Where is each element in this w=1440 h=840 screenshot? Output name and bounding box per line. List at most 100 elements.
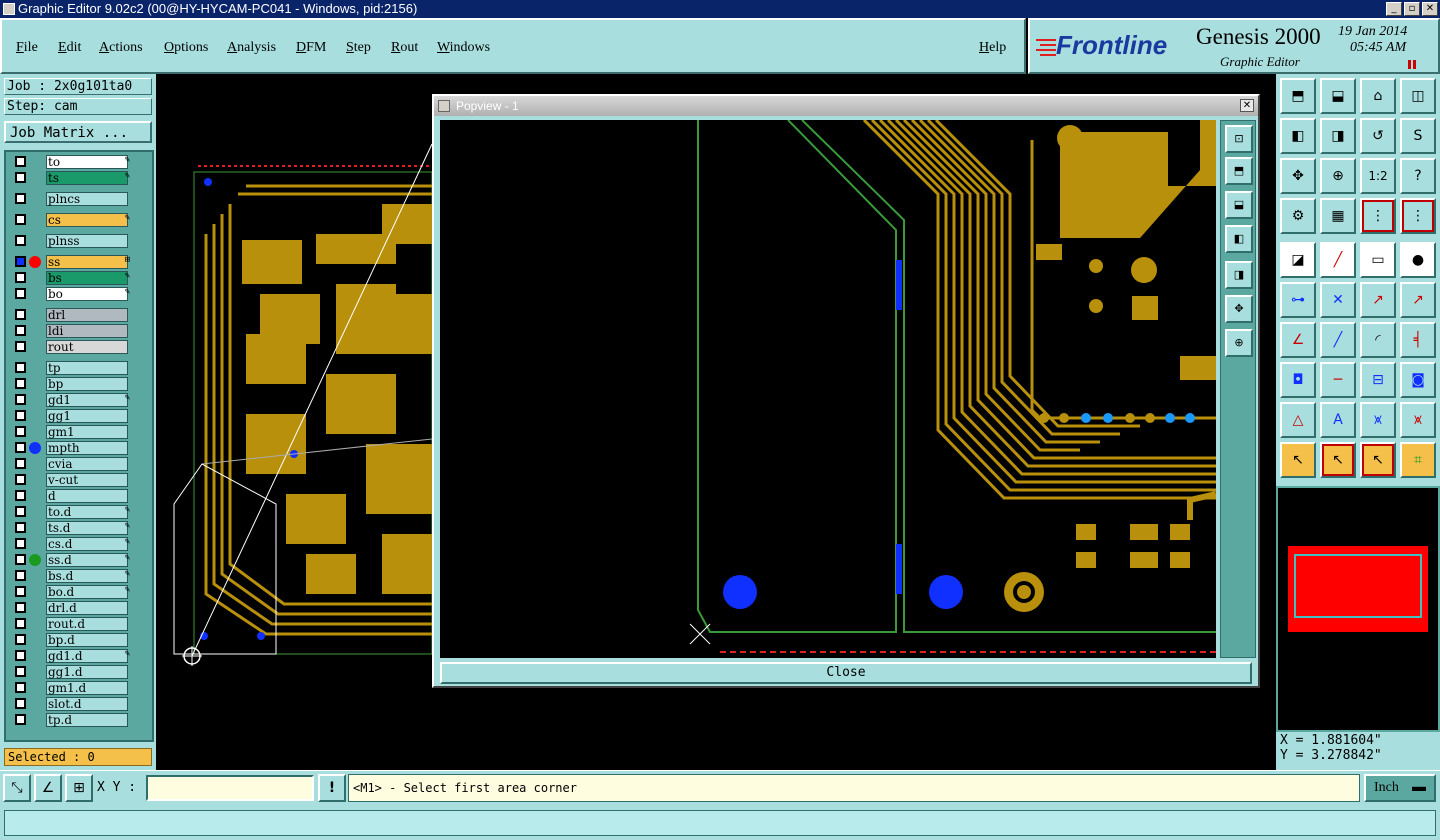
- layer-checkbox[interactable]: [15, 288, 26, 299]
- menu-analysis[interactable]: Analysis: [227, 40, 276, 56]
- menu-windows[interactable]: Windows: [437, 40, 490, 56]
- layer-row-cvia[interactable]: cvia: [10, 457, 128, 471]
- menu-file[interactable]: File: [16, 40, 38, 56]
- connect-icon[interactable]: ⊶: [1280, 282, 1316, 318]
- layer-name[interactable]: gg1.d: [46, 665, 128, 679]
- layer-checkbox[interactable]: [15, 538, 26, 549]
- pause-icon[interactable]: [1408, 60, 1416, 69]
- angle-snap-icon[interactable]: ∠: [34, 774, 62, 802]
- layer-name[interactable]: tp: [46, 361, 128, 375]
- move-pad-icon[interactable]: ↗: [1360, 282, 1396, 318]
- layer-name[interactable]: cvia: [46, 457, 128, 471]
- layer-row-ts[interactable]: ts ✎: [10, 171, 130, 185]
- layer-row-mpth[interactable]: mpth: [10, 441, 128, 455]
- layer-row-bp[interactable]: bp: [10, 377, 128, 391]
- minimize-button[interactable]: _: [1386, 2, 1402, 16]
- layer-name[interactable]: d: [46, 489, 128, 503]
- menu-dfm[interactable]: DFM: [296, 40, 326, 56]
- layer-checkbox[interactable]: [15, 506, 26, 517]
- menu-rout[interactable]: Rout: [391, 40, 418, 56]
- layer-checkbox[interactable]: [15, 235, 26, 246]
- layer-row-bp-d[interactable]: bp.d: [10, 633, 128, 647]
- layer-checkbox[interactable]: [15, 394, 26, 405]
- layer-row-tp-d[interactable]: tp.d: [10, 713, 128, 727]
- unit-selector[interactable]: Inch ▬: [1364, 774, 1436, 802]
- layer-row-gd1-d[interactable]: gd1.d ✎: [10, 649, 130, 663]
- settings-icon[interactable]: ⚙: [1280, 198, 1316, 234]
- layer-name[interactable]: to: [46, 155, 128, 169]
- circle-pad-icon[interactable]: ●: [1400, 242, 1436, 278]
- zoom-in-icon[interactable]: ⊕: [1320, 158, 1356, 194]
- layer-row-ts-d[interactable]: ts.d ✎: [10, 521, 130, 535]
- layer-checkbox[interactable]: [15, 458, 26, 469]
- ruler-icon[interactable]: ▭: [1360, 242, 1396, 278]
- layer-checkbox[interactable]: [15, 272, 26, 283]
- layer-name[interactable]: plncs: [46, 192, 128, 206]
- layer-checkbox[interactable]: [15, 714, 26, 725]
- layer-checkbox[interactable]: [15, 378, 26, 389]
- layer-name[interactable]: bp: [46, 377, 128, 391]
- pad-icon[interactable]: ◪: [1280, 242, 1316, 278]
- route-icon[interactable]: ↺: [1360, 118, 1396, 154]
- layer-name[interactable]: ldi: [46, 324, 128, 338]
- zoom-fit-icon[interactable]: ✥: [1280, 158, 1316, 194]
- layer-checkbox[interactable]: [15, 666, 26, 677]
- layer-checkbox[interactable]: [15, 214, 26, 225]
- layer-name[interactable]: gm1.d: [46, 681, 128, 695]
- layer-row-v-cut[interactable]: v-cut: [10, 473, 128, 487]
- layer-row-bo[interactable]: bo ✎: [10, 287, 130, 301]
- diagonal-line-icon[interactable]: ╱: [1320, 322, 1356, 358]
- pan-left-icon[interactable]: ◧: [1225, 225, 1253, 253]
- layer-name[interactable]: gg1: [46, 409, 128, 423]
- menu-edit[interactable]: Edit: [58, 40, 81, 56]
- layer-name[interactable]: cs: [46, 213, 128, 227]
- job-matrix-button[interactable]: Job Matrix ...: [4, 121, 152, 143]
- layer-name[interactable]: drl.d: [46, 601, 128, 615]
- layer-checkbox[interactable]: [15, 522, 26, 533]
- layer-checkbox[interactable]: [15, 426, 26, 437]
- layer-name[interactable]: bo: [46, 287, 128, 301]
- arch-icon[interactable]: ⩙: [1360, 402, 1396, 438]
- layer-row-ldi[interactable]: ldi: [10, 324, 128, 338]
- layer-row-to[interactable]: to ✎: [10, 155, 130, 169]
- layer-row-rout[interactable]: rout: [10, 340, 128, 354]
- select-box-icon[interactable]: ↖: [1320, 442, 1356, 478]
- xy-input[interactable]: [146, 775, 314, 801]
- alert-icon[interactable]: !: [318, 774, 346, 802]
- layer-checkbox[interactable]: [15, 172, 26, 183]
- layer-row-plnss[interactable]: plnss: [10, 234, 128, 248]
- help-icon[interactable]: ?: [1400, 158, 1436, 194]
- layer-checkbox[interactable]: [15, 193, 26, 204]
- popview-close-button[interactable]: Close: [440, 662, 1252, 684]
- line-icon[interactable]: ╱: [1320, 242, 1356, 278]
- zoom-fit-icon[interactable]: ⊡: [1225, 125, 1253, 153]
- square-pad-icon[interactable]: ◘: [1280, 362, 1316, 398]
- layer-row-to-d[interactable]: to.d ✎: [10, 505, 130, 519]
- pan-left-icon[interactable]: ◧: [1280, 118, 1316, 154]
- layer-name[interactable]: ss.d: [46, 553, 128, 567]
- layer-row-drl-d[interactable]: drl.d: [10, 601, 128, 615]
- layer-row-cs-d[interactable]: cs.d ✎: [10, 537, 130, 551]
- minimap-viewport[interactable]: [1294, 554, 1422, 618]
- layer-name[interactable]: drl: [46, 308, 128, 322]
- cross-icon[interactable]: ✕: [1320, 282, 1356, 318]
- zoom-in-icon[interactable]: ✥: [1225, 295, 1253, 323]
- horizontal-line-icon[interactable]: ─: [1320, 362, 1356, 398]
- layer-checkbox[interactable]: [15, 602, 26, 613]
- split-icon[interactable]: ╡: [1400, 322, 1436, 358]
- layer-checkbox[interactable]: [15, 474, 26, 485]
- layer-name[interactable]: mpth: [46, 441, 128, 455]
- menu-help[interactable]: Help: [979, 40, 1006, 56]
- layer-row-gg1-d[interactable]: gg1.d: [10, 665, 128, 679]
- layer-row-bs[interactable]: bs ✎: [10, 271, 130, 285]
- layer-row-rout-d[interactable]: rout.d: [10, 617, 128, 631]
- layer-toggle-2-icon[interactable]: ⋮: [1400, 198, 1436, 234]
- triangle-icon[interactable]: △: [1280, 402, 1316, 438]
- select-net-icon[interactable]: ⌗: [1400, 442, 1436, 478]
- layer-checkbox[interactable]: [15, 698, 26, 709]
- layer-name[interactable]: cs.d: [46, 537, 128, 551]
- layer-checkbox[interactable]: [15, 554, 26, 565]
- layer-name[interactable]: ts.d: [46, 521, 128, 535]
- layer-checkbox[interactable]: [15, 156, 26, 167]
- layer-name[interactable]: gm1: [46, 425, 128, 439]
